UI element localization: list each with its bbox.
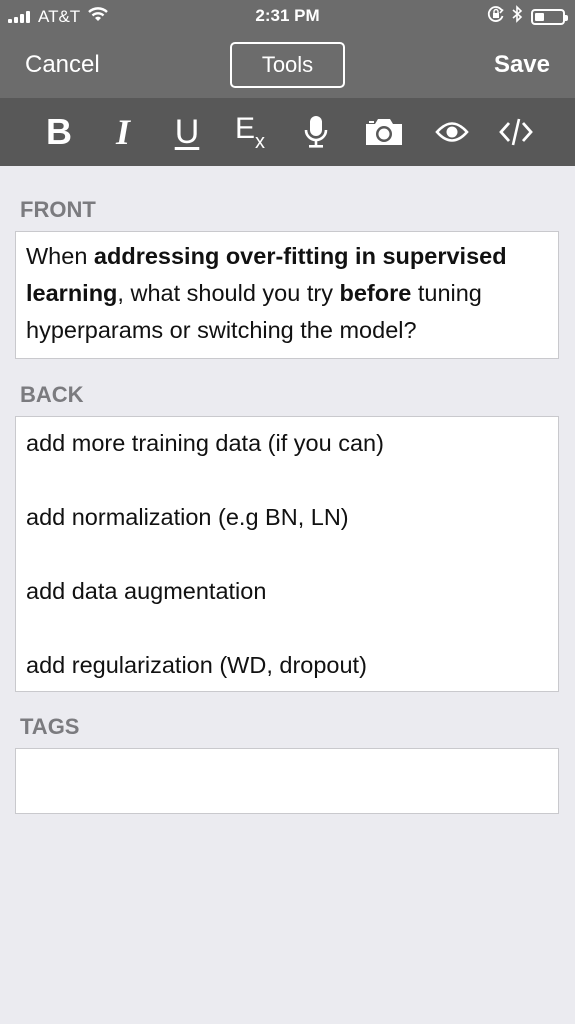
front-label: FRONT xyxy=(20,197,96,222)
back-blank-line xyxy=(26,610,550,647)
italic-icon: I xyxy=(115,112,130,152)
clear-format-subscript: x xyxy=(255,131,265,153)
clear-format-icon: Ex xyxy=(234,112,265,153)
front-text: When xyxy=(26,243,94,269)
clear-format-letter: E xyxy=(234,112,255,145)
tools-button[interactable]: Tools xyxy=(230,42,345,88)
back-label: BACK xyxy=(20,382,84,407)
front-text: , what should you try xyxy=(117,280,340,306)
back-text-line: add data augmentation xyxy=(26,578,267,604)
front-text-bold: before xyxy=(339,280,412,306)
bold-icon: B xyxy=(46,111,72,152)
code-icon xyxy=(499,118,533,146)
bluetooth-icon xyxy=(511,5,523,28)
microphone-icon xyxy=(304,116,328,148)
camera-button[interactable] xyxy=(362,110,406,154)
underline-button[interactable]: U xyxy=(165,110,209,154)
save-button[interactable]: Save xyxy=(494,51,550,79)
format-toolbar: B I U Ex xyxy=(0,98,575,166)
back-blank-line xyxy=(26,462,550,499)
status-bar: AT&T 2:31 PM xyxy=(0,0,575,32)
camera-icon xyxy=(366,119,402,145)
italic-button[interactable]: I xyxy=(101,110,145,154)
status-right xyxy=(487,5,568,28)
clear-format-button[interactable]: Ex xyxy=(228,110,272,154)
microphone-button[interactable] xyxy=(294,110,338,154)
nav-bar: Cancel Tools Save xyxy=(0,32,575,98)
html-editor-button[interactable] xyxy=(494,110,538,154)
preview-button[interactable] xyxy=(430,110,474,154)
underline-icon: U xyxy=(174,112,200,151)
lock-rotation-icon xyxy=(487,5,505,28)
battery-icon xyxy=(531,8,568,25)
tags-label: TAGS xyxy=(20,714,80,739)
cancel-button[interactable]: Cancel xyxy=(25,51,100,79)
eye-icon xyxy=(435,122,469,142)
back-blank-line xyxy=(26,536,550,573)
battery-level xyxy=(535,12,545,21)
back-text-line: add normalization (e.g BN, LN) xyxy=(26,504,349,530)
back-field[interactable]: add more training data (if you can) add n… xyxy=(15,416,559,692)
back-text-line: add more training data (if you can) xyxy=(26,430,384,456)
front-field[interactable]: When addressing over-fitting in supervis… xyxy=(15,231,559,359)
back-text-line: add regularization (WD, dropout) xyxy=(26,652,367,678)
tags-field[interactable] xyxy=(15,748,559,814)
bold-button[interactable]: B xyxy=(37,110,81,154)
